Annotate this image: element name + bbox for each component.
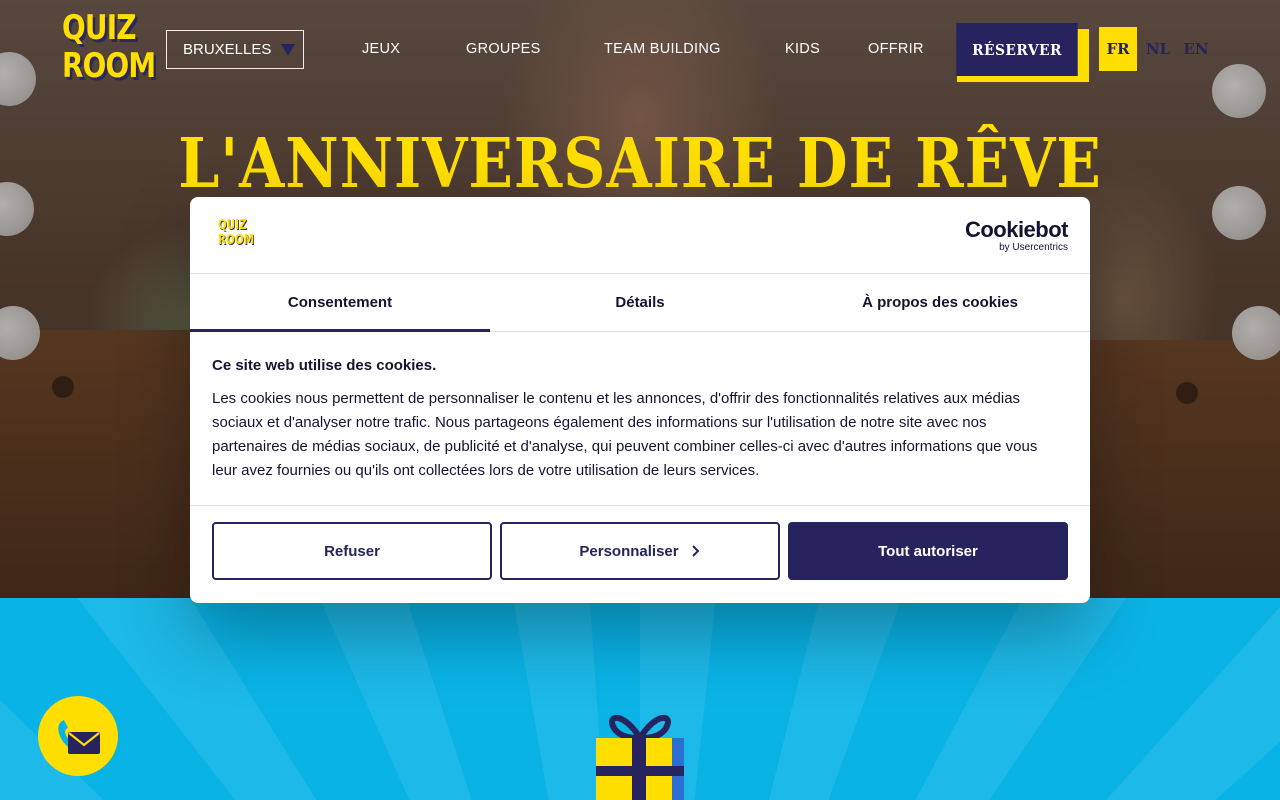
phone-mail-icon <box>58 720 100 754</box>
cookiebot-name: Cookiebot <box>964 217 1069 242</box>
city-selector[interactable]: BRUXELLES <box>166 30 304 69</box>
contact-button[interactable] <box>38 696 118 776</box>
tab-about-cookies[interactable]: À propos des cookies <box>790 274 1090 331</box>
accept-all-button[interactable]: Tout autoriser <box>788 522 1068 580</box>
customize-button-label: Personnaliser <box>579 542 679 560</box>
lang-en[interactable]: EN <box>1183 27 1208 71</box>
gift-section <box>0 598 1280 800</box>
nav-team-building[interactable]: TEAM BUILDING <box>604 41 721 57</box>
nav-groupes[interactable]: GROUPES <box>466 41 541 57</box>
logo-line-1: QUIZ <box>62 8 136 48</box>
triangle-down-icon <box>281 43 296 56</box>
tab-details[interactable]: Détails <box>490 274 790 331</box>
cookiebot-logo[interactable]: Cookiebot by Usercentrics <box>964 217 1069 254</box>
cookie-consent-dialog: QUIZ ROOM Cookiebot by Usercentrics Cons… <box>190 197 1090 603</box>
tab-consentement[interactable]: Consentement <box>190 274 490 332</box>
cookiebot-subtitle: by Usercentrics <box>999 242 1068 253</box>
cookie-description: Les cookies nous permettent de personnal… <box>212 390 1038 479</box>
nav-offrir[interactable]: OFFRIR <box>868 41 924 57</box>
accept-all-button-label: Tout autoriser <box>878 542 978 560</box>
logo-line-2: ROOM <box>218 233 255 248</box>
cookie-dialog-header: QUIZ ROOM Cookiebot by Usercentrics <box>190 197 1090 274</box>
logo-line-1: QUIZ <box>218 218 247 233</box>
hero-title: L'ANNIVERSAIRE DE RÊVE <box>178 124 1102 204</box>
logo-line-2: ROOM <box>62 46 156 86</box>
cookie-tabs: Consentement Détails À propos des cookie… <box>190 274 1090 332</box>
city-selector-label: BRUXELLES <box>183 41 272 58</box>
nav-kids[interactable]: KIDS <box>785 41 820 57</box>
lang-fr[interactable]: FR <box>1099 27 1137 71</box>
nav-jeux[interactable]: JEUX <box>362 41 400 57</box>
cookie-heading: Ce site web utilise des cookies. <box>212 357 437 374</box>
quizroom-logo[interactable]: QUIZ ROOM <box>62 8 156 92</box>
chevron-right-icon <box>691 545 700 557</box>
cookie-actions: Refuser Personnaliser Tout autoriser <box>190 505 1090 603</box>
customize-button[interactable]: Personnaliser <box>500 522 780 580</box>
cookie-body: Ce site web utilise des cookies. Les coo… <box>212 357 1062 483</box>
refuse-button-label: Refuser <box>324 542 380 560</box>
lang-nl[interactable]: NL <box>1146 27 1170 71</box>
reserve-button[interactable]: RÉSERVER <box>956 23 1078 76</box>
refuse-button[interactable]: Refuser <box>212 522 492 580</box>
reserve-button-wrap: RÉSERVER <box>951 23 1089 83</box>
gift-icon <box>596 714 684 800</box>
quizroom-logo-small: QUIZ ROOM <box>218 218 254 253</box>
